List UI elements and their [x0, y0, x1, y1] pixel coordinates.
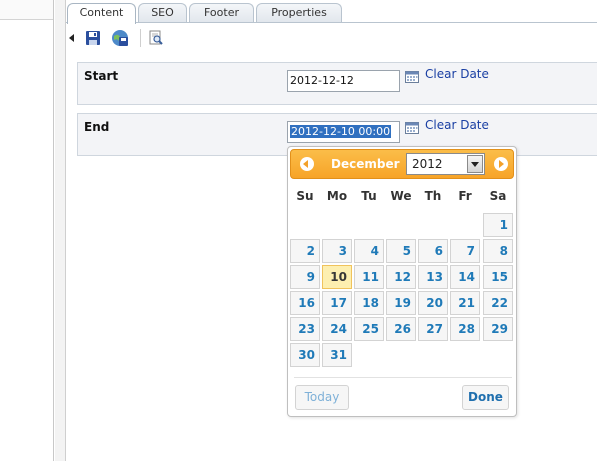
- datepicker-popup: December 2012 Su Mo Tu We Th Fr Sa 1 2 3 4 5 6 7 8 9 10…: [287, 146, 517, 417]
- day-cell[interactable]: 9: [290, 265, 320, 289]
- chevron-down-icon[interactable]: [467, 155, 483, 173]
- day-cell[interactable]: 21: [450, 291, 480, 315]
- day-cell[interactable]: 13: [418, 265, 448, 289]
- weekday-label: Th: [424, 189, 442, 203]
- weekday-label: Tu: [361, 189, 377, 203]
- start-field-row: Start 2012-12-12 Clear Date: [77, 62, 597, 105]
- left-panel-header: [0, 0, 53, 20]
- day-cell[interactable]: 30: [290, 343, 320, 367]
- weekday-label: Su: [296, 189, 314, 203]
- end-clear-date-link[interactable]: Clear Date: [425, 118, 489, 132]
- day-cell[interactable]: 29: [483, 317, 513, 341]
- day-cell[interactable]: 6: [418, 239, 448, 263]
- collapse-arrow-icon[interactable]: [69, 34, 75, 42]
- prev-month-icon[interactable]: [300, 157, 314, 171]
- preview-icon[interactable]: [148, 30, 164, 46]
- day-cell[interactable]: 31: [322, 343, 352, 367]
- datepicker-footer-divider: [294, 377, 512, 378]
- tab-footer-label: Footer: [204, 6, 239, 19]
- datepicker-month: December: [331, 157, 400, 171]
- day-cell[interactable]: 20: [418, 291, 448, 315]
- today-button[interactable]: Today: [295, 385, 349, 410]
- day-cell[interactable]: 27: [418, 317, 448, 341]
- next-month-icon[interactable]: [494, 157, 508, 171]
- start-clear-date-link[interactable]: Clear Date: [425, 67, 489, 81]
- day-cell[interactable]: 5: [386, 239, 416, 263]
- start-date-value: 2012-12-12: [290, 74, 354, 87]
- end-date-value: 2012-12-10 00:00: [290, 125, 392, 138]
- save-and-publish-icon[interactable]: [111, 29, 129, 47]
- toolbar: [66, 23, 597, 53]
- start-date-input[interactable]: 2012-12-12: [287, 70, 400, 92]
- toolbar-divider: [140, 29, 141, 47]
- left-panel: [0, 0, 54, 461]
- weekday-label: Sa: [489, 189, 507, 203]
- end-label: End: [84, 120, 110, 134]
- day-cell[interactable]: 3: [322, 239, 352, 263]
- day-cell[interactable]: 19: [386, 291, 416, 315]
- weekday-label: We: [390, 189, 412, 203]
- day-cell[interactable]: 24: [322, 317, 352, 341]
- day-cell[interactable]: 1: [483, 213, 513, 237]
- year-select-value: 2012: [412, 157, 443, 171]
- tab-properties-label: Properties: [271, 6, 327, 19]
- start-label: Start: [84, 69, 119, 83]
- day-cell[interactable]: 4: [354, 239, 384, 263]
- day-cell[interactable]: 23: [290, 317, 320, 341]
- day-cell[interactable]: 15: [483, 265, 513, 289]
- day-cell[interactable]: 11: [354, 265, 384, 289]
- tab-footer[interactable]: Footer: [189, 3, 254, 23]
- tab-content[interactable]: Content: [67, 3, 136, 24]
- splitter[interactable]: [55, 0, 65, 461]
- tab-seo-label: SEO: [151, 6, 174, 19]
- start-calendar-icon[interactable]: [405, 71, 419, 83]
- day-cell[interactable]: 28: [450, 317, 480, 341]
- day-cell[interactable]: 10: [322, 265, 352, 289]
- year-select[interactable]: 2012: [406, 153, 485, 175]
- day-cell[interactable]: 12: [386, 265, 416, 289]
- weekday-label: Fr: [458, 189, 472, 203]
- end-calendar-icon[interactable]: [405, 122, 419, 134]
- tab-content-label: Content: [79, 6, 124, 19]
- day-cell[interactable]: 2: [290, 239, 320, 263]
- day-cell[interactable]: 26: [386, 317, 416, 341]
- tab-properties[interactable]: Properties: [256, 3, 342, 23]
- day-cell[interactable]: 8: [483, 239, 513, 263]
- day-cell[interactable]: 7: [450, 239, 480, 263]
- day-cell[interactable]: 17: [322, 291, 352, 315]
- weekday-label: Mo: [326, 189, 348, 203]
- day-cell[interactable]: 22: [483, 291, 513, 315]
- day-cell[interactable]: 25: [354, 317, 384, 341]
- day-cell[interactable]: 16: [290, 291, 320, 315]
- done-button[interactable]: Done: [462, 385, 509, 410]
- save-icon[interactable]: [85, 30, 101, 46]
- tab-seo[interactable]: SEO: [138, 3, 187, 23]
- datepicker-header: December 2012: [290, 149, 514, 179]
- day-cell[interactable]: 18: [354, 291, 384, 315]
- end-date-input[interactable]: 2012-12-10 00:00: [287, 121, 400, 143]
- day-cell[interactable]: 14: [450, 265, 480, 289]
